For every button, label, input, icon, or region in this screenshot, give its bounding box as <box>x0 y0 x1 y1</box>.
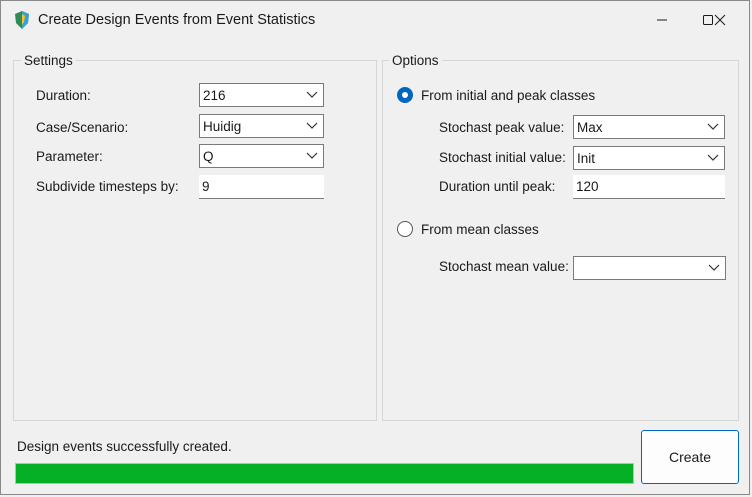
parameter-combobox[interactable]: Q <box>199 144 324 168</box>
dialog-window: Create Design Events from Event Statisti… <box>0 0 750 495</box>
mean-classes-radio[interactable] <box>397 221 413 237</box>
stochast-peak-value: Max <box>577 120 603 135</box>
subdivide-label: Subdivide timesteps by: <box>36 179 179 194</box>
close-icon <box>714 14 726 26</box>
stochast-initial-value: Init <box>577 151 596 166</box>
stochast-mean-combobox[interactable] <box>573 256 726 280</box>
duration-until-peak-input[interactable]: 120 <box>573 175 725 199</box>
case-scenario-combobox[interactable]: Huidig <box>199 114 324 138</box>
case-scenario-value: Huidig <box>203 119 242 134</box>
window-title: Create Design Events from Event Statisti… <box>38 12 316 28</box>
stochast-peak-combobox[interactable]: Max <box>573 115 725 139</box>
create-button[interactable]: Create <box>641 430 739 484</box>
subdivide-value: 9 <box>202 179 210 194</box>
settings-group-label: Settings <box>21 53 76 68</box>
chevron-down-icon <box>707 123 719 130</box>
stochast-initial-label: Stochast initial value: <box>439 150 566 165</box>
stochast-mean-label: Stochast mean value: <box>439 259 569 274</box>
duration-until-peak-label: Duration until peak: <box>439 179 556 194</box>
progress-bar <box>15 463 634 484</box>
duration-value: 216 <box>203 88 226 103</box>
parameter-value: Q <box>203 149 214 164</box>
mean-classes-radio-label[interactable]: From mean classes <box>421 222 539 237</box>
chevron-down-icon <box>306 152 318 159</box>
options-group-label: Options <box>389 53 442 68</box>
duration-combobox[interactable]: 216 <box>199 83 324 107</box>
stochast-peak-label: Stochast peak value: <box>439 120 565 135</box>
initial-peak-radio-label[interactable]: From initial and peak classes <box>421 88 595 103</box>
chevron-down-icon <box>306 122 318 129</box>
parameter-label: Parameter: <box>36 149 103 164</box>
chevron-down-icon <box>306 91 318 98</box>
subdivide-input[interactable]: 9 <box>199 175 324 199</box>
app-logo-icon <box>15 11 29 29</box>
minimize-icon <box>657 19 667 21</box>
title-bar: Create Design Events from Event Statisti… <box>1 1 749 39</box>
initial-peak-radio[interactable] <box>397 87 413 103</box>
minimize-button[interactable] <box>639 1 685 39</box>
duration-label: Duration: <box>36 88 91 103</box>
status-text: Design events successfully created. <box>17 439 232 454</box>
chevron-down-icon <box>707 154 719 161</box>
progress-fill <box>16 464 633 483</box>
duration-until-peak-value: 120 <box>576 179 599 194</box>
stochast-initial-combobox[interactable]: Init <box>573 146 725 170</box>
chevron-down-icon <box>708 264 720 271</box>
close-button[interactable] <box>697 1 743 39</box>
case-scenario-label: Case/Scenario: <box>36 120 129 135</box>
